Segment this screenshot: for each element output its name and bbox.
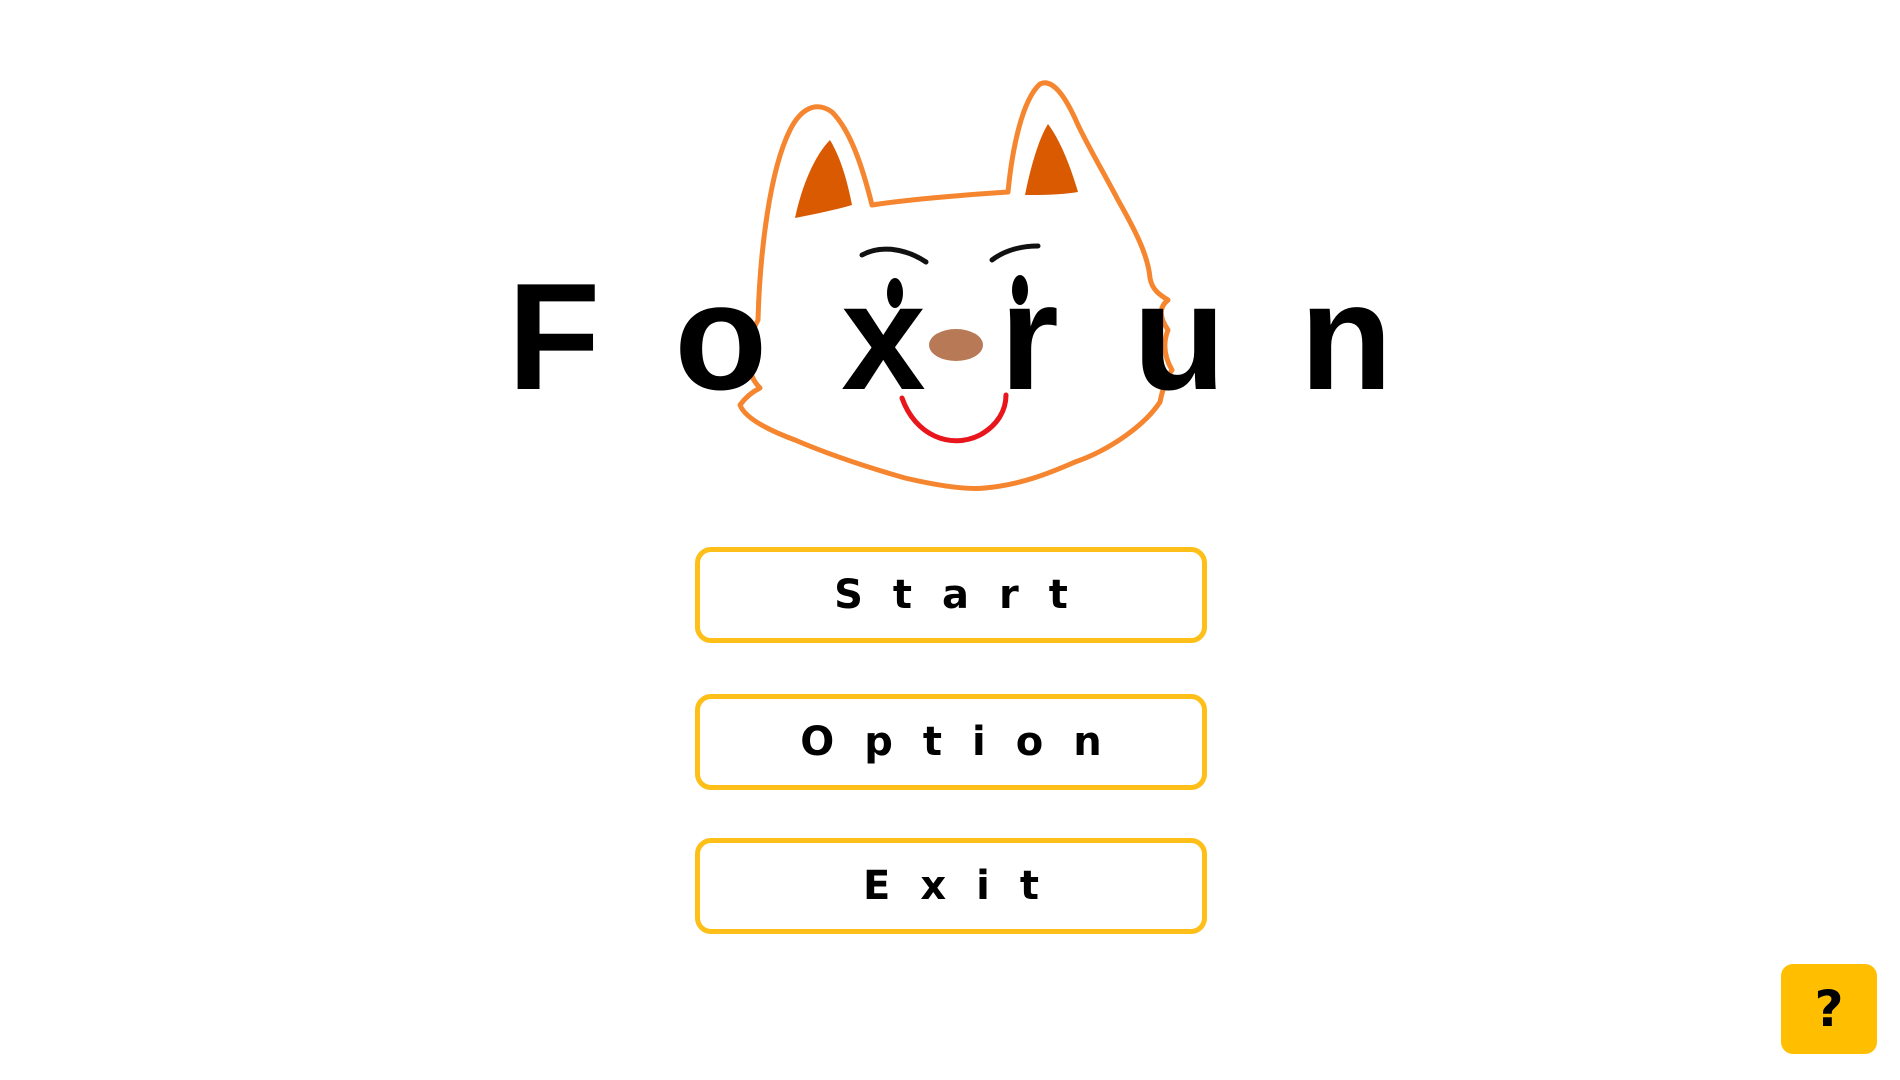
help-button[interactable]: ? xyxy=(1781,964,1877,1054)
question-mark-icon: ? xyxy=(1814,980,1844,1038)
game-title: Foxrun xyxy=(507,252,1467,422)
main-menu-screen: Foxrun Start Option Exit ? xyxy=(0,0,1900,1080)
start-button[interactable]: Start xyxy=(695,547,1207,643)
exit-button-label: Exit xyxy=(863,863,1069,909)
start-button-label: Start xyxy=(834,572,1098,618)
option-button[interactable]: Option xyxy=(695,694,1207,790)
option-button-label: Option xyxy=(800,719,1132,765)
exit-button[interactable]: Exit xyxy=(695,838,1207,934)
